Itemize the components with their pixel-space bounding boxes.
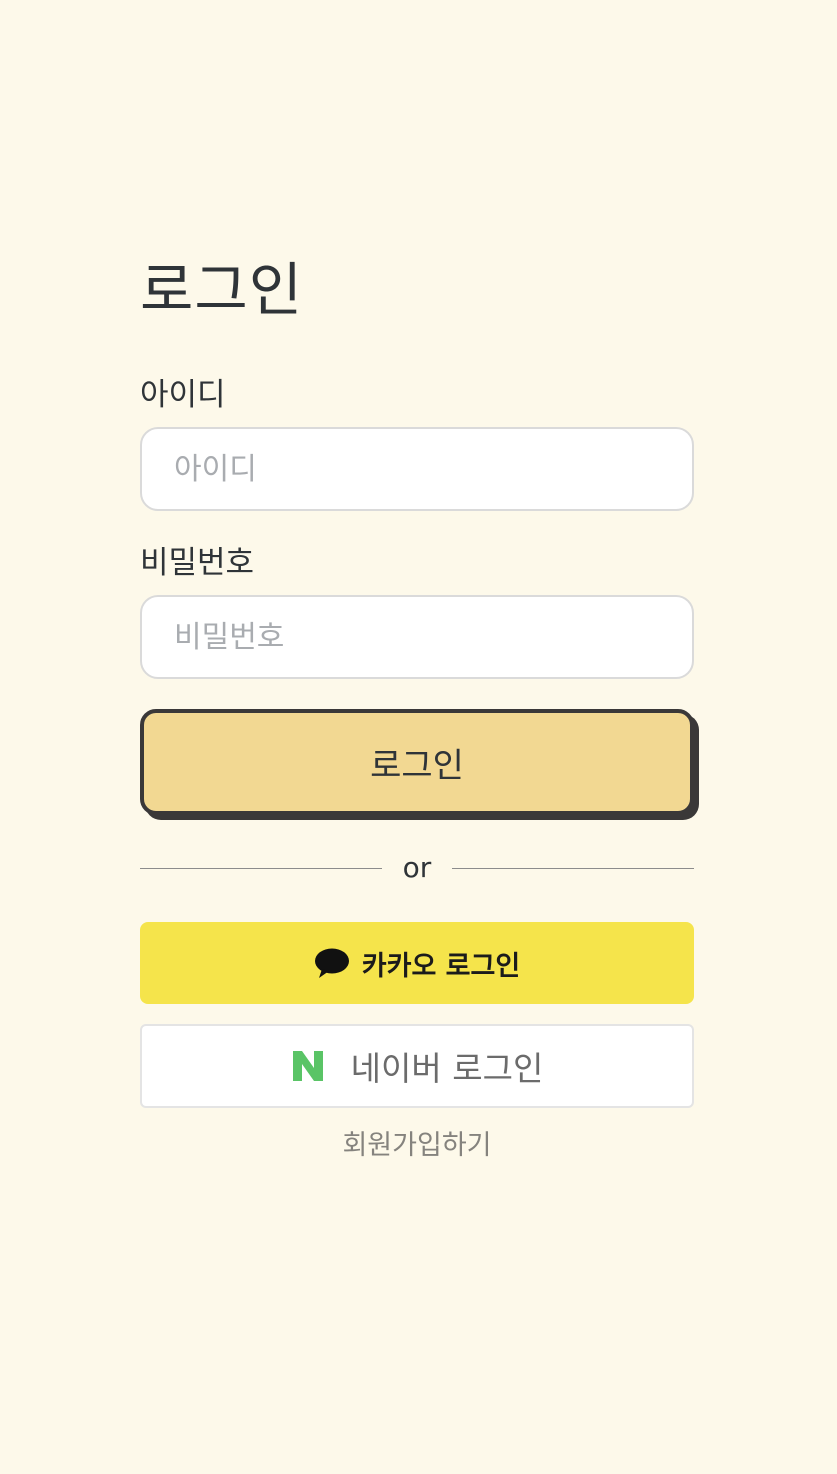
page-title: 로그인 <box>140 256 304 324</box>
signup-link[interactable]: 회원가입하기 <box>140 1126 694 1166</box>
kakao-button-content: 카카오 로그인 <box>314 944 520 983</box>
password-label: 비밀번호 <box>140 545 255 581</box>
naver-button-content: 네이버 로그인 <box>291 1042 544 1090</box>
naver-login-button[interactable]: 네이버 로그인 <box>140 1024 694 1108</box>
id-label: 아이디 <box>140 377 226 413</box>
id-input[interactable] <box>140 427 694 511</box>
naver-login-label: 네이버 로그인 <box>350 1049 544 1088</box>
password-input[interactable] <box>140 595 694 679</box>
login-button[interactable]: 로그인 <box>140 709 694 815</box>
kakao-login-label: 카카오 로그인 <box>361 950 521 982</box>
kakao-login-button[interactable]: 카카오 로그인 <box>140 922 694 1004</box>
naver-n-icon <box>292 1051 323 1081</box>
divider-line-right <box>452 868 694 869</box>
or-divider: or <box>140 848 694 888</box>
speech-bubble-icon <box>314 948 349 978</box>
